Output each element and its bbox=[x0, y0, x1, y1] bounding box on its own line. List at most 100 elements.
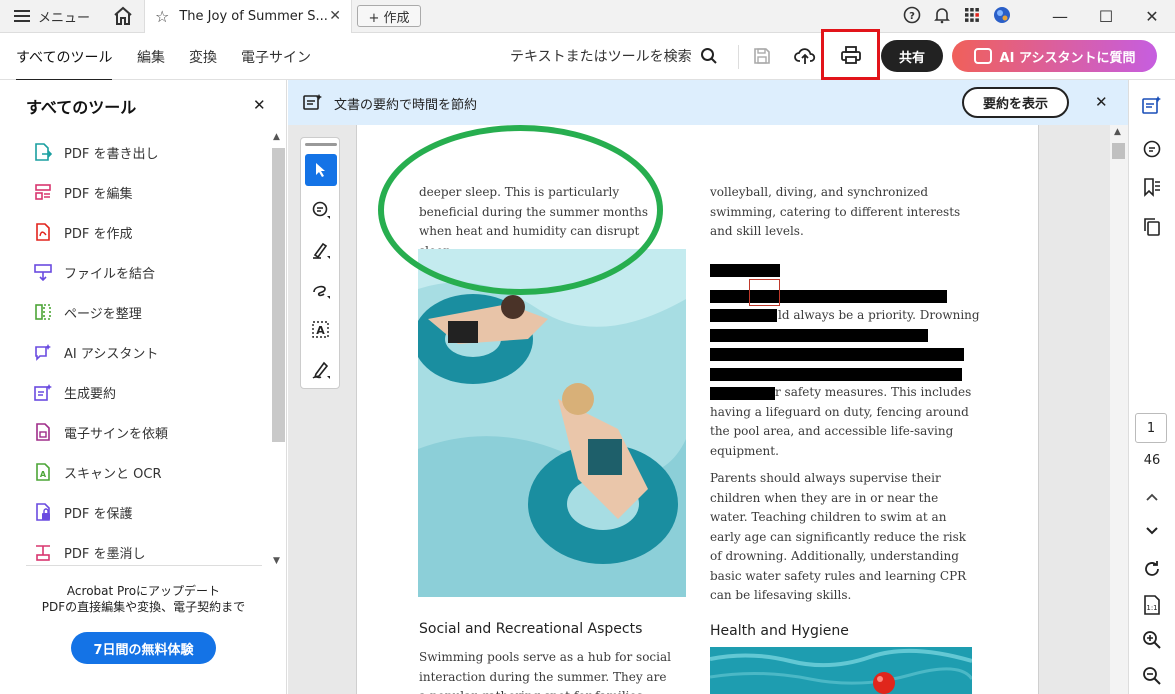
summary-icon bbox=[303, 93, 323, 115]
tool-item[interactable]: PDF を編集 bbox=[0, 172, 270, 212]
select-tool-icon[interactable] bbox=[305, 154, 337, 186]
show-summary-button[interactable]: 要約を表示 bbox=[962, 87, 1069, 118]
comment-tool-icon[interactable] bbox=[305, 194, 337, 226]
tool-search[interactable]: テキストまたはツールを検索 bbox=[510, 46, 718, 66]
document-scrollbar[interactable]: ▲ bbox=[1110, 125, 1128, 694]
redact-pdf-icon bbox=[34, 543, 52, 561]
tool-item-label: PDF を墨消し bbox=[64, 546, 146, 562]
maximize-icon[interactable]: ☐ bbox=[1083, 7, 1129, 26]
save-icon[interactable] bbox=[752, 46, 772, 70]
apps-grid-icon[interactable] bbox=[957, 7, 987, 27]
tool-item[interactable]: PDF を作成 bbox=[0, 212, 270, 252]
total-pages: 46 bbox=[1143, 453, 1161, 468]
avatar[interactable] bbox=[987, 6, 1017, 28]
tool-item[interactable]: 電子サインを依頼 bbox=[0, 412, 270, 452]
panel-divider bbox=[26, 565, 262, 566]
ai-chat-icon bbox=[973, 48, 992, 64]
help-icon[interactable]: ? bbox=[897, 6, 927, 28]
next-page-icon[interactable] bbox=[1141, 520, 1163, 542]
doc-scrollbar-thumb[interactable] bbox=[1112, 143, 1125, 159]
close-panel-icon[interactable]: ✕ bbox=[253, 96, 266, 114]
toolbar-grip[interactable] bbox=[305, 143, 337, 146]
redaction-box bbox=[710, 348, 964, 361]
close-window-icon[interactable]: ✕ bbox=[1129, 7, 1175, 26]
tool-item[interactable]: A スキャンと OCR bbox=[0, 452, 270, 492]
notification-bell-icon[interactable] bbox=[927, 6, 957, 28]
scan-ocr-icon: A bbox=[34, 463, 52, 481]
cloud-upload-icon[interactable] bbox=[794, 46, 816, 70]
tool-item-label: PDF を書き出し bbox=[64, 146, 159, 162]
redacted-fragment-1: ld always be a priority. Drowning bbox=[778, 308, 980, 322]
current-page-input[interactable]: 1 bbox=[1135, 413, 1167, 443]
redaction-box bbox=[710, 329, 928, 342]
combine-files-icon bbox=[34, 263, 52, 282]
toolbar-divider bbox=[738, 45, 739, 69]
scroll-up-icon[interactable]: ▲ bbox=[273, 132, 280, 142]
protect-pdf-icon bbox=[34, 503, 52, 521]
share-button[interactable]: 共有 bbox=[881, 40, 943, 72]
svg-text:?: ? bbox=[909, 11, 915, 22]
zoom-out-icon[interactable] bbox=[1141, 665, 1163, 687]
request-esign-icon bbox=[34, 423, 52, 441]
hamburger-icon bbox=[14, 10, 30, 22]
redaction-box bbox=[710, 368, 962, 381]
print-button[interactable] bbox=[821, 29, 880, 80]
tool-item-label: ページを整理 bbox=[64, 306, 142, 322]
menu-button[interactable]: メニュー bbox=[14, 6, 90, 26]
all-tools-panel: すべてのツール ✕ PDF を書き出し PDF を編集 PDF を作成 ファイルを結合… bbox=[0, 80, 287, 694]
text-select-tool-icon[interactable]: A bbox=[305, 314, 337, 346]
create-button[interactable]: + 作成 bbox=[357, 5, 421, 27]
previous-page-icon[interactable] bbox=[1141, 486, 1163, 508]
scroll-down-icon[interactable]: ▼ bbox=[273, 556, 280, 566]
sign-tool-icon[interactable] bbox=[305, 354, 337, 386]
document-tab[interactable]: ☆ The Joy of Summer S... ✕ bbox=[144, 0, 352, 33]
ai-assistant-button[interactable]: AI アシスタントに質問 bbox=[952, 40, 1157, 72]
tool-item-label: 電子サインを依頼 bbox=[64, 426, 169, 442]
highlight-tool-icon[interactable] bbox=[305, 234, 337, 266]
upgrade-line1: Acrobat Proにアップデート bbox=[66, 584, 221, 598]
search-label: テキストまたはツールを検索 bbox=[510, 49, 692, 65]
tool-item[interactable]: ページを整理 bbox=[0, 292, 270, 332]
tool-item[interactable]: AI アシスタント bbox=[0, 332, 270, 372]
tool-item-label: スキャンと OCR bbox=[64, 466, 162, 482]
close-banner-icon[interactable]: ✕ bbox=[1095, 93, 1108, 111]
main-toolbar: すべてのツール 編集 変換 電子サイン テキストまたはツールを検索 共有 AI … bbox=[0, 29, 1175, 81]
scrollbar-thumb[interactable] bbox=[272, 148, 285, 442]
tool-item-label: 生成要約 bbox=[64, 386, 117, 402]
tab-all-tools[interactable]: すべてのツール bbox=[16, 47, 113, 81]
home-icon[interactable] bbox=[112, 6, 134, 26]
edit-pdf-icon bbox=[34, 183, 52, 201]
tab-convert[interactable]: 変換 bbox=[189, 47, 217, 67]
zoom-in-icon[interactable] bbox=[1141, 629, 1163, 651]
panel-scrollbar[interactable]: ▲ ▼ bbox=[270, 132, 286, 568]
tool-item[interactable]: PDF を保護 bbox=[0, 492, 270, 532]
star-icon[interactable]: ☆ bbox=[155, 7, 169, 26]
redaction-marker[interactable] bbox=[749, 279, 780, 306]
tool-item[interactable]: ファイルを結合 bbox=[0, 252, 270, 292]
pool-photo bbox=[418, 249, 686, 597]
svg-text:A: A bbox=[316, 324, 325, 337]
left-column-bottom-text: Swimming pools serve as a hub for social… bbox=[419, 650, 671, 694]
tool-item[interactable]: PDF を書き出し bbox=[0, 132, 270, 172]
tool-item-label: ファイルを結合 bbox=[64, 266, 156, 282]
generative-summary-icon[interactable] bbox=[1141, 94, 1163, 116]
rotate-icon[interactable] bbox=[1141, 558, 1163, 580]
right-column-top-text: volleyball, diving, and synchronized swi… bbox=[710, 185, 961, 238]
tool-item[interactable]: PDF を墨消し bbox=[0, 532, 270, 562]
close-tab-icon[interactable]: ✕ bbox=[329, 8, 341, 24]
tab-edit[interactable]: 編集 bbox=[137, 47, 165, 67]
copy-pages-icon[interactable] bbox=[1141, 216, 1163, 238]
upgrade-line2: PDFの直接編集や変換、電子契約まで bbox=[41, 600, 246, 614]
tool-item-label: PDF を保護 bbox=[64, 506, 133, 522]
minimize-icon[interactable]: — bbox=[1037, 7, 1083, 26]
draw-tool-icon[interactable] bbox=[305, 274, 337, 306]
annotation-oval bbox=[378, 125, 663, 295]
fit-page-icon[interactable]: 1:1 bbox=[1141, 594, 1163, 616]
search-icon bbox=[700, 48, 717, 64]
free-trial-button[interactable]: 7日間の無料体験 bbox=[71, 632, 216, 664]
comments-icon[interactable] bbox=[1141, 138, 1163, 160]
doc-scroll-up-icon[interactable]: ▲ bbox=[1114, 127, 1121, 137]
tool-item[interactable]: 生成要約 bbox=[0, 372, 270, 412]
tab-esign[interactable]: 電子サイン bbox=[241, 47, 311, 67]
bookmarks-icon[interactable] bbox=[1141, 176, 1163, 198]
